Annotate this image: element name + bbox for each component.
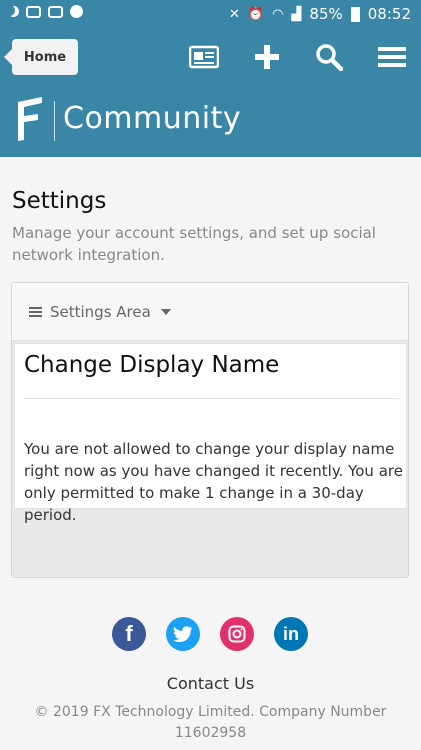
contact-us-link[interactable]: Contact Us: [0, 674, 421, 693]
top-nav: Home: [0, 29, 421, 86]
facebook-icon[interactable]: f: [112, 617, 146, 651]
caret-down-icon: [160, 309, 171, 315]
fx-logo-icon[interactable]: [16, 96, 44, 146]
settings-area-label: Settings Area: [50, 303, 151, 321]
brand-divider: [54, 101, 55, 141]
voicemail-icon: [26, 5, 41, 18]
page-title: Settings: [12, 188, 107, 214]
menu-icon[interactable]: [376, 41, 408, 73]
card-title: Change Display Name: [24, 352, 280, 378]
app-icon: [70, 5, 83, 18]
search-icon[interactable]: [313, 41, 345, 73]
battery-percent: 85%: [309, 5, 343, 23]
card-message: You are not allowed to change your displ…: [24, 440, 403, 524]
twitter-icon[interactable]: [166, 617, 200, 651]
youtube-icon: [48, 5, 63, 18]
change-display-name-card: Change Display Name You are not allowed …: [14, 343, 407, 524]
status-bar: ✕ ⏰ ◠ ▟ 85% 08:52: [0, 0, 421, 29]
settings-area-dropdown[interactable]: Settings Area: [29, 303, 171, 321]
linkedin-icon[interactable]: in: [274, 617, 308, 651]
moon-icon: [8, 6, 19, 17]
home-button[interactable]: Home: [4, 39, 78, 75]
settings-panel: Settings Area Change Display Name You ar…: [11, 282, 409, 578]
instagram-icon[interactable]: [220, 617, 254, 651]
signal-icon: ▟: [291, 6, 302, 22]
alarm-icon: ⏰: [247, 6, 265, 22]
plus-icon[interactable]: [251, 41, 283, 73]
battery-icon: [350, 6, 360, 22]
list-icon: [29, 305, 42, 319]
newspaper-icon[interactable]: [188, 41, 220, 73]
brand-header: Community: [0, 86, 421, 157]
clock: 08:52: [367, 5, 411, 23]
mute-icon: ✕: [228, 6, 240, 22]
home-button-label: Home: [23, 49, 67, 65]
page-description: Manage your account settings, and set up…: [12, 224, 376, 264]
wifi-icon: ◠: [272, 6, 284, 22]
divider: [24, 398, 399, 399]
copyright-text: © 2019 FX Technology Limited. Company Nu…: [34, 704, 387, 741]
brand-title[interactable]: Community: [63, 101, 241, 136]
settings-area-bar: Settings Area: [12, 283, 408, 341]
